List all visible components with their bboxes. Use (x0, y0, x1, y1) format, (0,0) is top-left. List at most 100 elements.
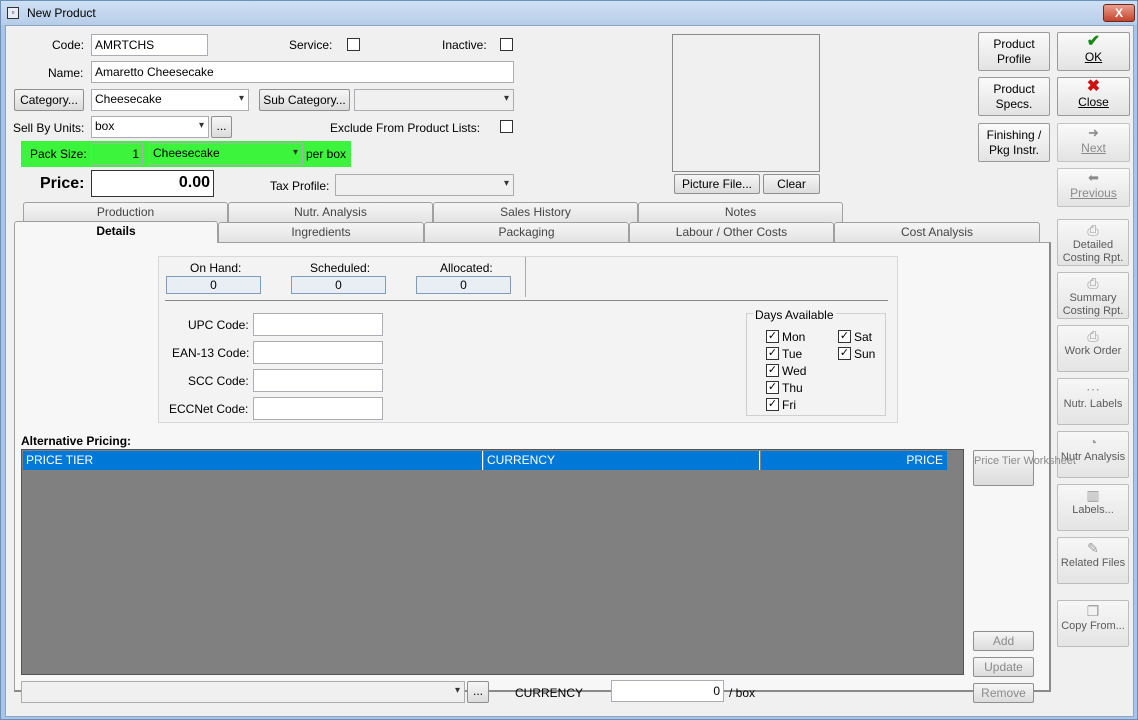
day-label-sat: Sat (854, 330, 873, 344)
tab-cost-analysis[interactable]: Cost Analysis (834, 222, 1040, 242)
picture-file-button[interactable]: Picture File... (674, 174, 760, 194)
name-field[interactable]: Amaretto Cheesecake (91, 61, 514, 83)
day-label-thu: Thu (782, 381, 803, 395)
column-header-price-tier[interactable]: PRICE TIER (23, 451, 483, 470)
close-label: Close (1078, 95, 1109, 109)
day-checkbox-fri[interactable]: ✓ (766, 398, 779, 411)
detailed-costing-button[interactable]: ⎙ Detailed Costing Rpt. (1057, 219, 1129, 266)
labels-button[interactable]: ▥ Labels... (1057, 484, 1129, 531)
ok-button[interactable]: ✔ OK (1057, 32, 1130, 71)
category-button[interactable]: Category... (14, 89, 84, 111)
scheduled-label: Scheduled: (310, 261, 371, 275)
days-available-title: Days Available (753, 308, 836, 322)
on-hand-label: On Hand: (190, 261, 242, 275)
tab-notes[interactable]: Notes (638, 202, 843, 222)
report-icon: ⎙ (1087, 275, 1099, 291)
inactive-checkbox[interactable] (500, 38, 513, 51)
product-profile-button[interactable]: Product Profile (978, 32, 1050, 71)
subcategory-button[interactable]: Sub Category... (259, 89, 350, 111)
column-header-currency[interactable]: CURRENCY (484, 451, 760, 470)
inactive-label: Inactive: (442, 38, 487, 52)
close-button[interactable]: ✖ Close (1057, 77, 1130, 116)
dialog-client: Code: AMRTCHS Service: Inactive: Name: A… (5, 25, 1134, 717)
sellby-browse-button[interactable]: ... (211, 116, 232, 138)
copy-from-label: Copy From... (1061, 620, 1125, 632)
exclude-label: Exclude From Product Lists: (330, 121, 481, 135)
picture-clear-button[interactable]: Clear (763, 174, 820, 194)
column-header-price[interactable]: PRICE (761, 451, 947, 470)
chevron-down-icon: ▾ (454, 685, 460, 696)
subcategory-select[interactable]: ▾ (354, 89, 514, 111)
ean-field[interactable] (253, 341, 383, 364)
product-specs-button[interactable]: Product Specs. (978, 77, 1050, 116)
tab-nutr-analysis[interactable]: Nutr. Analysis (228, 202, 433, 222)
work-order-label: Work Order (1064, 345, 1122, 357)
price-tier-select[interactable]: ▾ (21, 681, 465, 703)
tab-packaging[interactable]: Packaging (424, 222, 629, 242)
window-close-button[interactable]: X (1103, 4, 1135, 22)
product-picture[interactable] (672, 34, 820, 172)
tab-labour-costs[interactable]: Labour / Other Costs (629, 222, 834, 242)
service-label: Service: (289, 38, 333, 52)
summary-costing-button[interactable]: ⎙ Summary Costing Rpt. (1057, 272, 1129, 319)
previous-button[interactable]: ⬅ Previous (1057, 168, 1130, 207)
eccnet-field[interactable] (253, 397, 383, 420)
work-order-button[interactable]: ⎙ Work Order (1057, 325, 1129, 372)
previous-label: Previous (1070, 186, 1117, 200)
chevron-down-icon: ▾ (503, 178, 509, 189)
finishing-instructions-button[interactable]: Finishing / Pkg Instr. (978, 123, 1050, 162)
category-value: Cheesecake (95, 92, 162, 106)
ean-label: EAN-13 Code: (172, 346, 250, 360)
pack-item-value: Cheesecake (153, 146, 220, 160)
remove-button[interactable]: Remove (973, 683, 1034, 703)
summary-costing-label: Summary Costing Rpt. (1062, 292, 1124, 317)
day-checkbox-wed[interactable]: ✓ (766, 364, 779, 377)
amount-field[interactable]: 0 (611, 680, 724, 702)
packsize-field[interactable]: 1 (91, 143, 143, 165)
price-tier-browse-button[interactable]: ... (467, 681, 489, 703)
upc-field[interactable] (253, 313, 383, 336)
day-checkbox-tue[interactable]: ✓ (766, 347, 779, 360)
chevron-down-icon: ▾ (503, 93, 509, 104)
code-field[interactable]: AMRTCHS (91, 34, 208, 56)
print-icon: ⎙ (1087, 328, 1099, 344)
pricing-grid[interactable] (21, 449, 964, 675)
sellby-select[interactable]: box ▾ (91, 116, 209, 138)
price-field[interactable]: 0.00 (91, 170, 214, 197)
add-button[interactable]: Add (973, 631, 1034, 651)
price-tier-worksheet-button[interactable]: Price Tier Worksheet (973, 450, 1076, 486)
chevron-down-icon: ▾ (292, 147, 298, 158)
close-icon: ✖ (1086, 78, 1101, 95)
nutr-labels-button[interactable]: ⋯ Nutr. Labels (1057, 378, 1129, 425)
tab-sales-history[interactable]: Sales History (433, 202, 638, 222)
day-checkbox-sat[interactable]: ✓ (838, 330, 851, 343)
related-files-button[interactable]: ✎ Related Files (1057, 537, 1129, 584)
detailed-costing-label: Detailed Costing Rpt. (1062, 239, 1124, 264)
tab-production[interactable]: Production (23, 202, 228, 222)
new-product-window: ▫ New Product X Code: AMRTCHS Service: I… (0, 0, 1138, 720)
next-button[interactable]: ➜ Next (1057, 123, 1130, 162)
sellby-label: Sell By Units: (13, 121, 85, 135)
price-label: Price: (40, 175, 85, 192)
chevron-down-icon: ▾ (198, 120, 204, 131)
service-checkbox[interactable] (347, 38, 360, 51)
pie-chart-icon: ◔ (1088, 434, 1098, 450)
category-select[interactable]: Cheesecake ▾ (91, 89, 249, 111)
per-unit-label: per box (306, 147, 347, 161)
allocated-label: Allocated: (440, 261, 493, 275)
day-checkbox-thu[interactable]: ✓ (766, 381, 779, 394)
document-icon: ✎ (1087, 540, 1099, 556)
report-icon: ⎙ (1087, 222, 1099, 238)
copy-from-button[interactable]: ❐ Copy From... (1057, 600, 1129, 647)
scc-field[interactable] (253, 369, 383, 392)
barcode-icon: ▥ (1086, 487, 1100, 503)
day-checkbox-sun[interactable]: ✓ (838, 347, 851, 360)
pack-item-select[interactable]: Cheesecake ▾ (149, 143, 303, 165)
update-button[interactable]: Update (973, 657, 1034, 677)
code-label: Code: (52, 38, 85, 52)
tax-profile-select[interactable]: ▾ (335, 174, 514, 196)
exclude-checkbox[interactable] (500, 120, 513, 133)
tab-details[interactable]: Details (14, 221, 218, 243)
day-checkbox-mon[interactable]: ✓ (766, 330, 779, 343)
tab-ingredients[interactable]: Ingredients (218, 222, 424, 242)
